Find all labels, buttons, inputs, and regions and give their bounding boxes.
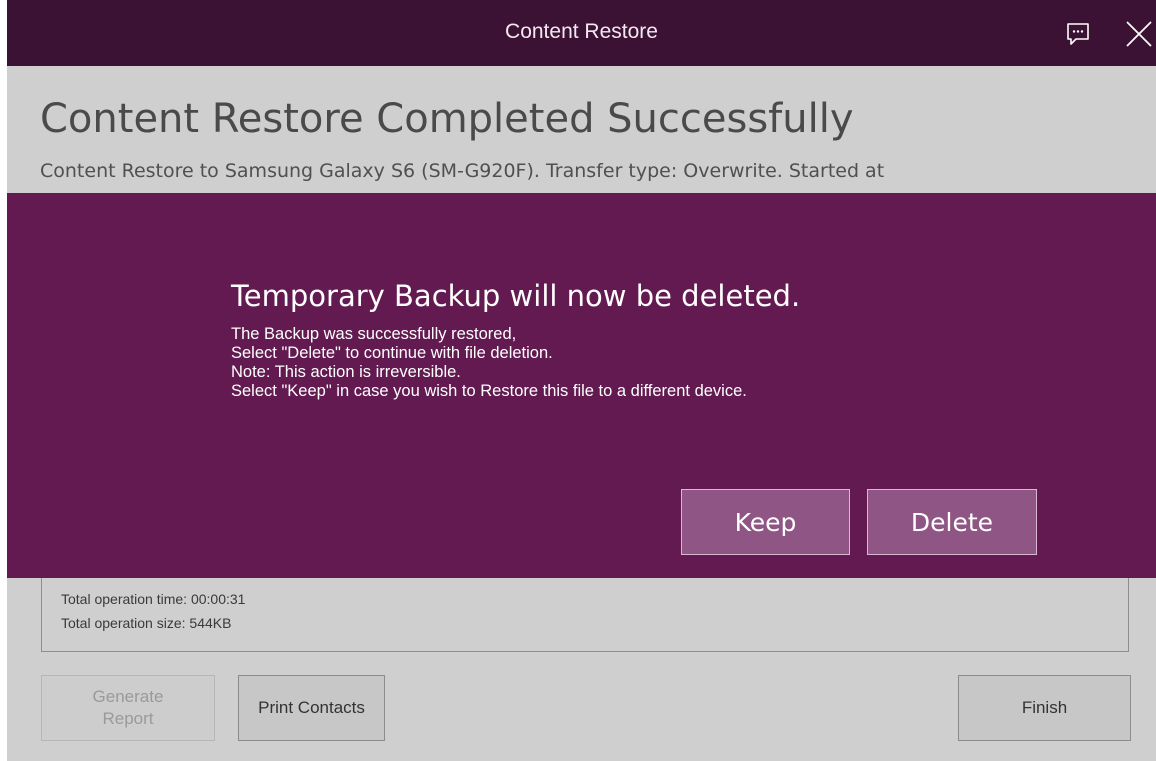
page-subtitle: Content Restore to Samsung Galaxy S6 (SM… bbox=[40, 160, 885, 182]
feedback-icon[interactable] bbox=[1065, 22, 1091, 46]
window-title: Content Restore bbox=[505, 20, 658, 43]
window-left-edge bbox=[0, 0, 7, 761]
print-contacts-button[interactable]: Print Contacts bbox=[238, 675, 385, 741]
dialog-title: Temporary Backup will now be deleted. bbox=[231, 279, 801, 313]
operation-summary: Total operation time: 00:00:31 Total ope… bbox=[41, 574, 1129, 652]
operation-size: Total operation size: 544KB bbox=[61, 615, 232, 631]
finish-button[interactable]: Finish bbox=[958, 675, 1131, 741]
title-bar: Content Restore bbox=[7, 0, 1156, 66]
operation-time: Total operation time: 00:00:31 bbox=[61, 591, 246, 607]
delete-button[interactable]: Delete bbox=[867, 489, 1037, 555]
close-icon[interactable] bbox=[1123, 18, 1155, 50]
dialog-message-line: Select "Keep" in case you wish to Restor… bbox=[231, 382, 747, 400]
delete-backup-dialog: Temporary Backup will now be deleted. Th… bbox=[7, 193, 1156, 578]
dialog-message: The Backup was successfully restored, Se… bbox=[231, 325, 747, 401]
dialog-message-line: Select "Delete" to continue with file de… bbox=[231, 344, 553, 362]
page-title: Content Restore Completed Successfully bbox=[40, 96, 854, 142]
keep-button[interactable]: Keep bbox=[681, 489, 850, 555]
app-window: Content Restore Content Restore Complete… bbox=[0, 0, 1156, 761]
generate-report-button[interactable]: Generate Report bbox=[41, 675, 215, 741]
dialog-message-line: The Backup was successfully restored, bbox=[231, 325, 517, 343]
dialog-message-line: Note: This action is irreversible. bbox=[231, 363, 461, 381]
